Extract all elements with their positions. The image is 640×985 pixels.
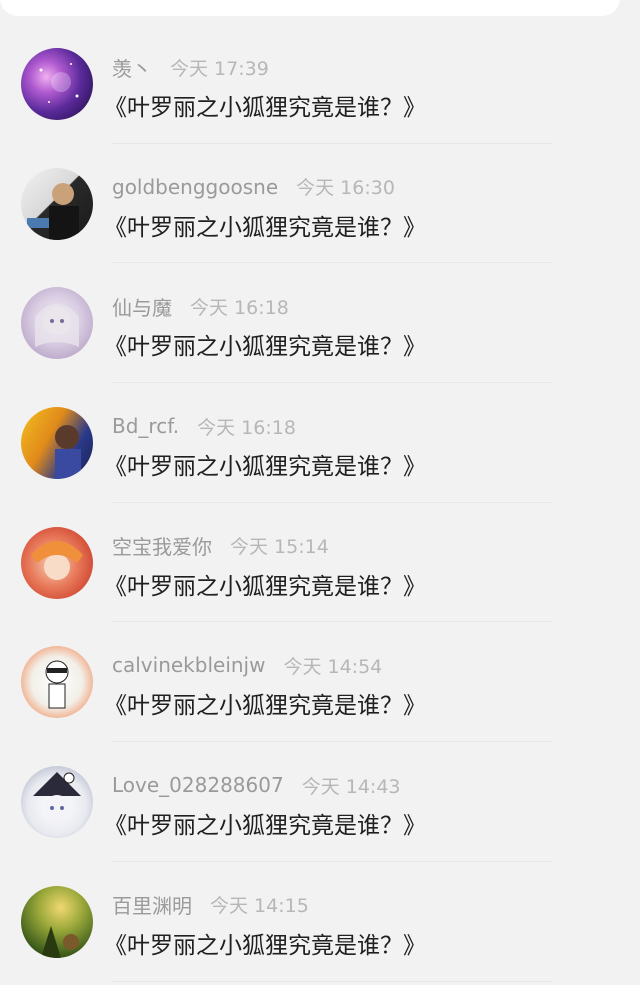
comment-text[interactable]: 《叶罗丽之小狐狸究竟是谁？》 bbox=[104, 447, 426, 481]
timestamp: 今天 14:43 bbox=[301, 775, 401, 798]
anime-character-icon bbox=[31, 540, 83, 580]
avatar[interactable] bbox=[21, 287, 93, 360]
avatar[interactable] bbox=[21, 766, 93, 839]
cartoon-icon bbox=[45, 660, 69, 709]
comment-text[interactable]: 《叶罗丽之小狐狸究竟是谁？》 bbox=[104, 806, 426, 840]
username[interactable]: calvinekbleinjw bbox=[112, 653, 265, 677]
comment-item[interactable]: 百里渊明 今天 14:15 《叶罗丽之小狐狸究竟是谁？》 bbox=[0, 862, 640, 982]
username[interactable]: Love_028288607 bbox=[112, 773, 284, 797]
comment-text[interactable]: 《叶罗丽之小狐狸究竟是谁？》 bbox=[104, 926, 426, 960]
avatar[interactable] bbox=[21, 48, 93, 120]
avatar[interactable] bbox=[21, 167, 93, 240]
timestamp: 今天 16:18 bbox=[197, 416, 296, 439]
username[interactable]: 空宝我爱你 bbox=[112, 531, 212, 560]
witch-icon bbox=[33, 772, 81, 822]
timestamp: 今天 17:39 bbox=[170, 57, 269, 80]
comment-text[interactable]: 《叶罗丽之小狐狸究竟是谁？》 bbox=[104, 686, 426, 720]
comment-text[interactable]: 《叶罗丽之小狐狸究竟是谁？》 bbox=[104, 88, 426, 122]
comment-item[interactable]: 羡丶 今天 17:39 《叶罗丽之小狐狸究竟是谁？》 bbox=[0, 24, 640, 144]
comment-list[interactable]: 羡丶 今天 17:39 《叶罗丽之小狐狸究竟是谁？》 goldbenggoosn… bbox=[0, 24, 640, 982]
timestamp: 今天 16:18 bbox=[190, 296, 289, 319]
forest-icon bbox=[41, 925, 79, 958]
username[interactable]: goldbenggoosne bbox=[112, 175, 278, 199]
username[interactable]: 仙与魔 bbox=[112, 292, 172, 321]
timestamp: 今天 15:14 bbox=[230, 536, 329, 559]
username[interactable]: Bd_rcf. bbox=[112, 414, 179, 438]
timestamp: 今天 14:54 bbox=[283, 655, 383, 678]
anime-girl-icon bbox=[35, 304, 79, 348]
username[interactable]: 羡丶 bbox=[112, 53, 152, 82]
username[interactable]: 百里渊明 bbox=[112, 890, 192, 919]
portrait-icon bbox=[55, 425, 81, 480]
previous-card-edge bbox=[0, 0, 620, 16]
comment-item[interactable]: goldbenggoosne 今天 16:30 《叶罗丽之小狐狸究竟是谁？》 bbox=[0, 144, 640, 264]
comment-item[interactable]: 空宝我爱你 今天 15:14 《叶罗丽之小狐狸究竟是谁？》 bbox=[0, 503, 640, 623]
comment-item[interactable]: Love_028288607 今天 14:43 《叶罗丽之小狐狸究竟是谁？》 bbox=[0, 742, 640, 862]
comment-text[interactable]: 《叶罗丽之小狐狸究竟是谁？》 bbox=[104, 208, 426, 242]
person-icon bbox=[27, 182, 79, 240]
comment-item[interactable]: calvinekbleinjw 今天 14:54 《叶罗丽之小狐狸究竟是谁？》 bbox=[0, 622, 640, 742]
timestamp: 今天 16:30 bbox=[296, 177, 395, 200]
avatar[interactable] bbox=[21, 526, 93, 599]
comment-text[interactable]: 《叶罗丽之小狐狸究竟是谁？》 bbox=[104, 567, 426, 601]
timestamp: 今天 14:15 bbox=[210, 895, 309, 918]
galaxy-icon bbox=[39, 63, 79, 103]
comment-text[interactable]: 《叶罗丽之小狐狸究竟是谁？》 bbox=[104, 327, 426, 361]
avatar[interactable] bbox=[21, 407, 93, 480]
comment-item[interactable]: Bd_rcf. 今天 16:18 《叶罗丽之小狐狸究竟是谁？》 bbox=[0, 383, 640, 503]
comment-item[interactable]: 仙与魔 今天 16:18 《叶罗丽之小狐狸究竟是谁？》 bbox=[0, 263, 640, 383]
avatar[interactable] bbox=[21, 885, 93, 958]
avatar[interactable] bbox=[21, 646, 93, 719]
